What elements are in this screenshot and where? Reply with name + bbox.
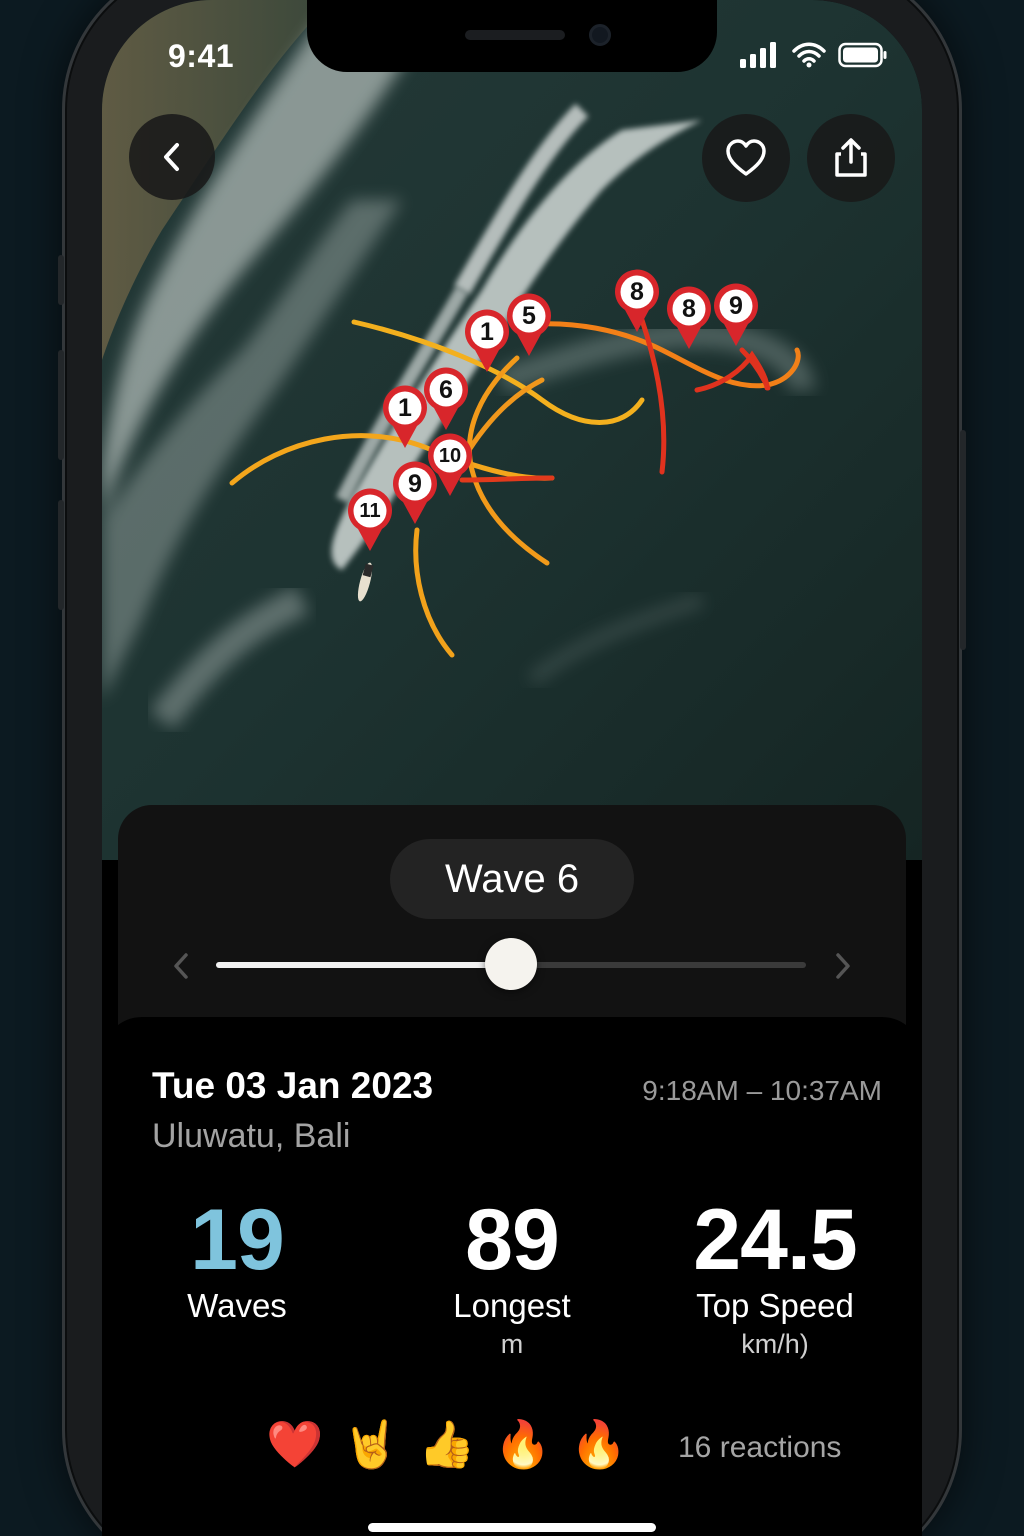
fire-reaction[interactable]: 🔥	[561, 1417, 637, 1472]
wave-marker-number: 9	[408, 470, 422, 498]
longest-stat: 89 Longest m	[422, 1197, 602, 1360]
wave-marker-number: 6	[439, 376, 453, 404]
previous-wave-button[interactable]	[166, 948, 196, 984]
top-speed-unit: km/h)	[741, 1329, 809, 1359]
session-location: Uluwatu, Bali	[152, 1117, 351, 1155]
session-date: Tue 03 Jan 2023	[152, 1065, 434, 1106]
top-speed-stat: 24.5 Top Speed km/h)	[670, 1197, 880, 1360]
favorite-button[interactable]	[702, 114, 790, 202]
notch	[307, 0, 717, 72]
camera	[589, 24, 611, 46]
battery-icon	[838, 42, 887, 68]
thumbs-up-reaction[interactable]: 👍	[409, 1417, 485, 1472]
wifi-icon	[792, 42, 826, 68]
reaction-bar: ❤️ 🤘 👍 🔥 🔥	[257, 1417, 637, 1472]
wave-marker-number: 8	[630, 278, 644, 306]
top-speed-value: 24.5	[693, 1192, 857, 1288]
wave-marker-number: 1	[480, 318, 494, 346]
map-svg	[102, 0, 922, 860]
wave-marker-pin[interactable]: 8	[665, 285, 713, 351]
volume-down-button	[58, 500, 64, 610]
wave-marker-pin[interactable]: 6	[422, 366, 470, 432]
wave-marker-number: 5	[522, 302, 536, 330]
wave-marker-number: 9	[729, 292, 743, 320]
signal-icon	[740, 42, 776, 68]
slider-thumb[interactable]	[485, 938, 537, 990]
waves-stat: 19 Waves	[157, 1197, 317, 1325]
wave-marker-pin[interactable]: 8	[613, 268, 661, 334]
next-wave-button[interactable]	[828, 948, 858, 984]
chevron-right-icon	[836, 953, 850, 979]
speaker-grille	[465, 30, 565, 40]
status-time: 9:41	[168, 38, 235, 74]
wave-marker-pin[interactable]: 9	[712, 282, 760, 348]
wave-marker-pin[interactable]: 9	[391, 460, 439, 526]
session-summary-card: Tue 03 Jan 2023 Uluwatu, Bali 9:18AM – 1…	[102, 1017, 922, 1536]
power-button	[960, 430, 966, 650]
wave-marker-number: 8	[682, 295, 696, 323]
back-button[interactable]	[129, 114, 215, 200]
chevron-left-icon	[164, 143, 179, 171]
wave-marker-pin[interactable]: 5	[505, 292, 553, 358]
rock-on-reaction[interactable]: 🤘	[333, 1417, 409, 1472]
share-button[interactable]	[807, 114, 895, 202]
volume-up-button	[58, 350, 64, 460]
fire-reaction[interactable]: 🔥	[485, 1417, 561, 1472]
waves-count: 19	[190, 1192, 285, 1288]
reaction-count[interactable]: 16 reactions	[678, 1431, 841, 1465]
heart-icon	[726, 139, 766, 176]
chevron-left-icon	[174, 953, 188, 979]
screen: 1 5 8 8 9 1 6 10 9 11 9:41 Wave 6 Tue 03…	[102, 0, 922, 1536]
longest-label: Longest	[453, 1287, 571, 1324]
session-time-range: 9:18AM – 10:37AM	[642, 1075, 882, 1106]
wave-marker-number: 11	[359, 500, 381, 522]
wave-marker-pin[interactable]: 11	[346, 487, 394, 553]
session-map[interactable]	[102, 0, 922, 860]
wave-marker-pin[interactable]: 1	[463, 308, 511, 374]
top-speed-label: Top Speed	[696, 1287, 854, 1324]
home-indicator[interactable]	[368, 1523, 656, 1532]
heart-reaction[interactable]: ❤️	[257, 1417, 333, 1472]
waves-label: Waves	[187, 1287, 287, 1324]
slider-fill	[216, 962, 511, 968]
wave-label[interactable]: Wave 6	[390, 839, 634, 919]
longest-unit: m	[500, 1329, 524, 1359]
status-icons	[740, 42, 888, 68]
share-icon	[835, 138, 867, 177]
side-button	[58, 255, 64, 305]
longest-value: 89	[465, 1192, 560, 1288]
